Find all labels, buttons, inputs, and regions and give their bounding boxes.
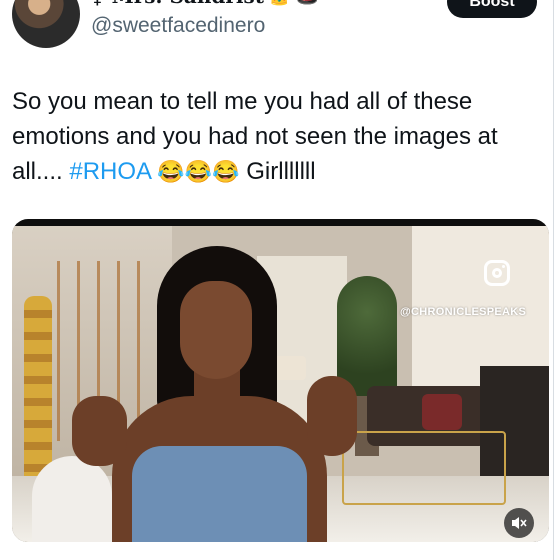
person <box>72 246 357 542</box>
video-frame[interactable]: @CHRONICLESPEAKS <box>12 226 549 542</box>
boost-button[interactable]: Boost <box>447 0 537 18</box>
avatar[interactable] <box>12 0 80 48</box>
video-watermark: @CHRONICLESPEAKS <box>400 306 527 318</box>
tweet-header: ♀ Mrs. Sandrist 👑 🎩 @sweetfacedinero Boo… <box>0 0 560 60</box>
video-player[interactable]: @CHRONICLESPEAKS <box>12 219 549 542</box>
mute-button[interactable] <box>504 508 534 538</box>
tweet-body-end: Girlllllll <box>239 158 316 185</box>
badge-emoji: 🎩 <box>296 0 318 7</box>
mute-icon <box>512 517 527 529</box>
badge-emoji: 👑 <box>268 0 290 7</box>
instagram-icon <box>484 260 510 286</box>
laughing-emoji: 😂😂😂 <box>157 159 240 184</box>
hashtag-link[interactable]: #RHOA <box>69 158 150 185</box>
user-handle[interactable]: @sweetfacedinero <box>91 14 265 38</box>
divider <box>553 0 554 560</box>
tweet-text: So you mean to tell me you had all of th… <box>12 84 547 189</box>
display-name[interactable]: ♀ Mrs. Sandrist <box>90 0 264 8</box>
